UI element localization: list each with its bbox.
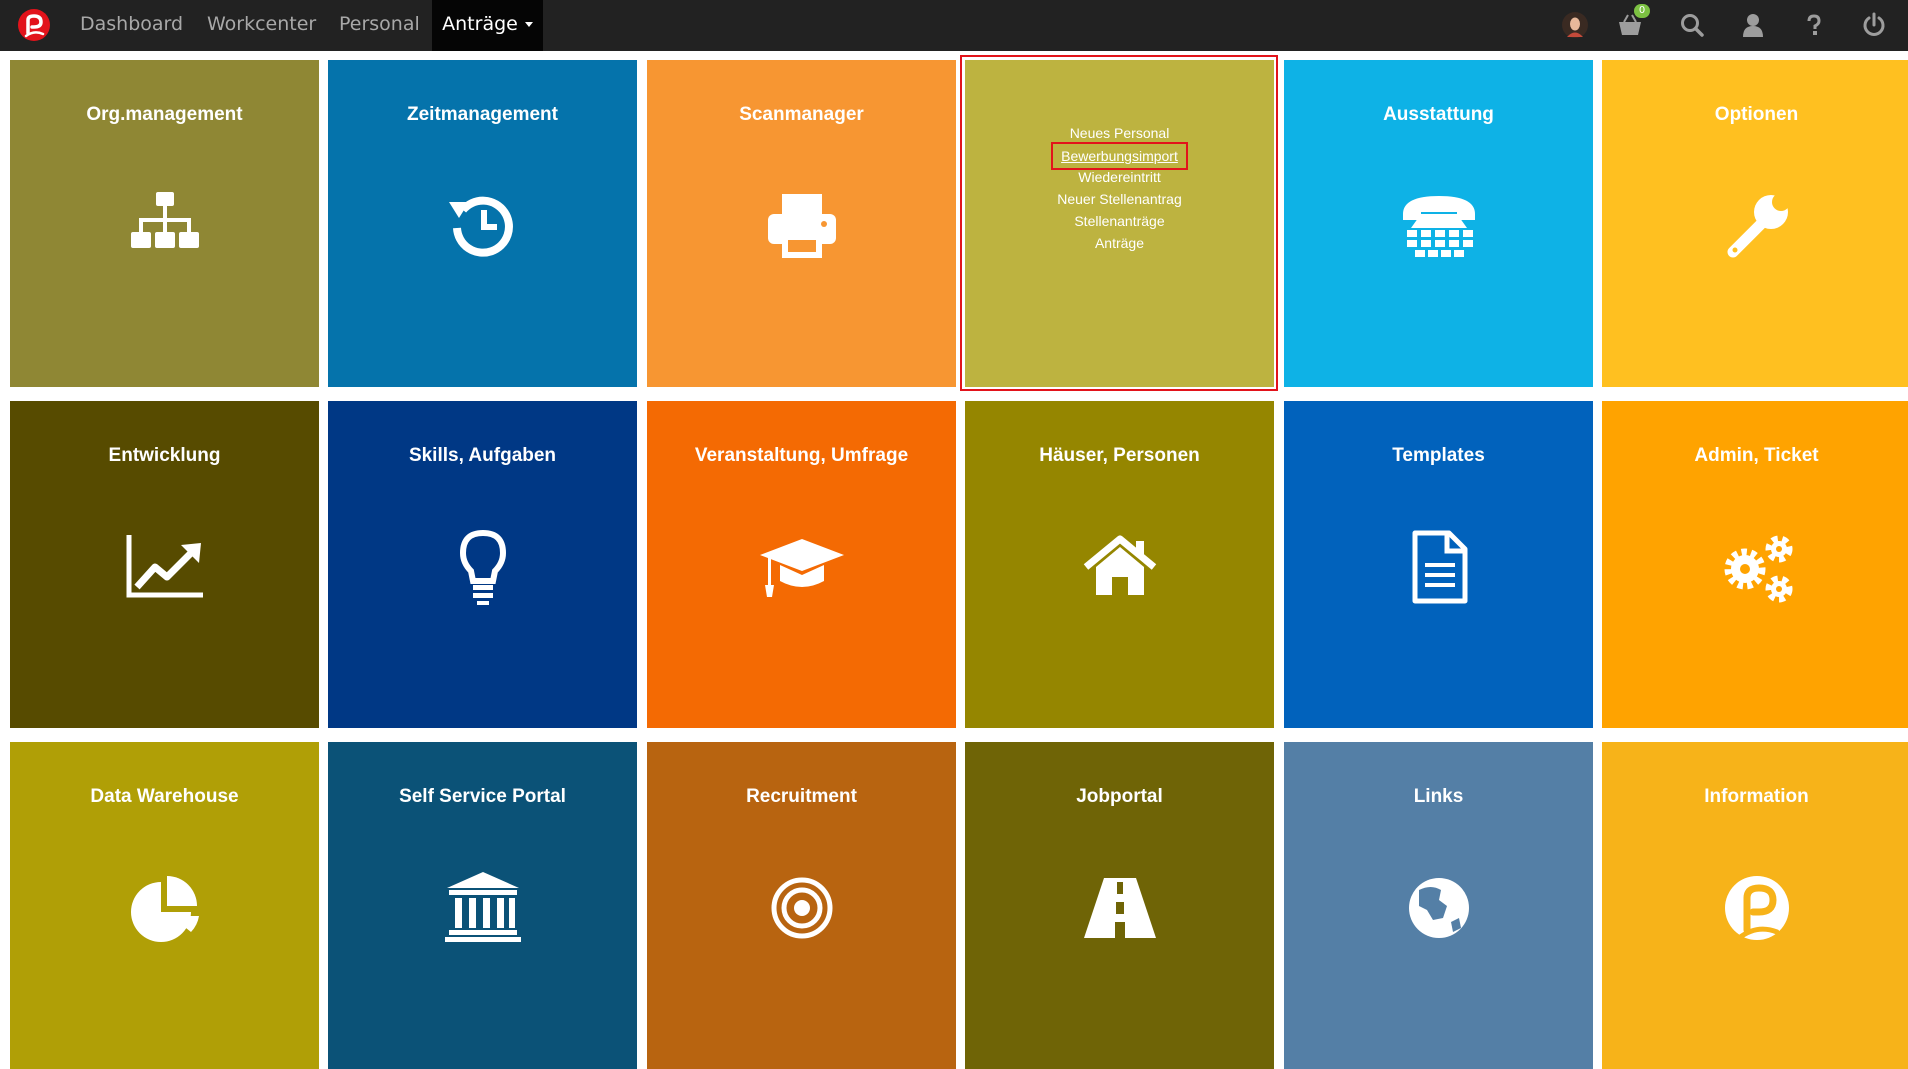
tile-zeitmanagement[interactable]: Zeitmanagement xyxy=(328,60,637,387)
avatar[interactable] xyxy=(1561,11,1589,39)
tile-haeuser-personen[interactable]: Häuser, Personen xyxy=(965,401,1274,728)
tile-title: Org.management xyxy=(86,104,243,125)
tile-self-service-portal[interactable]: Self Service Portal xyxy=(328,742,637,1069)
globe-icon xyxy=(1397,866,1481,950)
brand-logo-icon xyxy=(1715,866,1799,950)
tile-title: Admin, Ticket xyxy=(1694,445,1819,466)
org-chart-icon xyxy=(123,184,207,268)
document-icon xyxy=(1397,525,1481,609)
nav-personal[interactable]: Personal xyxy=(339,0,420,51)
tile-entwicklung[interactable]: Entwicklung xyxy=(10,401,319,728)
tile-scanmanager[interactable]: Scanmanager xyxy=(647,60,956,387)
tile-admin-ticket[interactable]: Admin, Ticket xyxy=(1602,401,1908,728)
tile-title: Zeitmanagement xyxy=(407,104,558,125)
bank-icon xyxy=(441,866,525,950)
tile-optionen[interactable]: Optionen xyxy=(1602,60,1908,387)
chart-line-icon xyxy=(123,525,207,609)
tile-title: Veranstaltung, Umfrage xyxy=(694,445,909,466)
tile-title: Häuser, Personen xyxy=(1039,445,1200,466)
tile-title: Information xyxy=(1704,786,1809,807)
brand-logo-icon[interactable] xyxy=(17,8,51,42)
power-icon[interactable] xyxy=(1861,12,1887,38)
tile-org-management[interactable]: Org.management xyxy=(10,60,319,387)
cart-badge: 0 xyxy=(1634,4,1650,18)
tile-skills-aufgaben[interactable]: Skills, Aufgaben xyxy=(328,401,637,728)
tile-title: Ausstattung xyxy=(1383,104,1494,125)
tile-data-warehouse[interactable]: Data Warehouse xyxy=(10,742,319,1069)
tile-title: Templates xyxy=(1392,445,1485,466)
road-icon xyxy=(1078,866,1162,950)
tile-title: Jobportal xyxy=(1076,786,1163,807)
wrench-icon xyxy=(1715,184,1799,268)
history-icon xyxy=(441,184,525,268)
search-icon[interactable] xyxy=(1679,12,1705,38)
pie-chart-icon xyxy=(123,866,207,950)
user-icon[interactable] xyxy=(1740,12,1766,38)
printer-icon xyxy=(760,184,844,268)
nav-dashboard[interactable]: Dashboard xyxy=(80,0,183,51)
tile-information[interactable]: Information xyxy=(1602,742,1908,1069)
nav-antraege-label: Anträge xyxy=(442,13,518,35)
tile-title: Data Warehouse xyxy=(90,786,239,807)
target-icon xyxy=(760,866,844,950)
tile-recruitment[interactable]: Recruitment xyxy=(647,742,956,1069)
help-icon[interactable] xyxy=(1801,12,1827,38)
tile-title: Links xyxy=(1413,786,1464,807)
home-icon xyxy=(1078,525,1162,609)
graduation-cap-icon xyxy=(759,525,844,609)
nav-antraege[interactable]: Anträge xyxy=(432,0,543,51)
tile-veranstaltung-umfrage[interactable]: Veranstaltung, Umfrage xyxy=(647,401,956,728)
phone-icon xyxy=(1397,184,1481,268)
tile-title: Skills, Aufgaben xyxy=(408,445,557,466)
lightbulb-icon xyxy=(441,525,525,609)
tile-title: Self Service Portal xyxy=(399,786,566,807)
tile-links[interactable]: Links xyxy=(1284,742,1593,1069)
tile-title: Recruitment xyxy=(746,786,857,807)
selected-tile-frame xyxy=(960,55,1278,391)
nav-workcenter[interactable]: Workcenter xyxy=(207,0,316,51)
tile-templates[interactable]: Templates xyxy=(1284,401,1593,728)
top-navbar: Dashboard Workcenter Personal Anträge 0 xyxy=(0,0,1908,51)
tile-ausstattung[interactable]: Ausstattung xyxy=(1284,60,1593,387)
tile-title: Optionen xyxy=(1714,104,1799,125)
tile-title: Scanmanager xyxy=(739,104,864,125)
gears-icon xyxy=(1715,525,1799,609)
caret-down-icon xyxy=(524,22,533,27)
tile-title: Entwicklung xyxy=(108,445,221,466)
tile-jobportal[interactable]: Jobportal xyxy=(965,742,1274,1069)
